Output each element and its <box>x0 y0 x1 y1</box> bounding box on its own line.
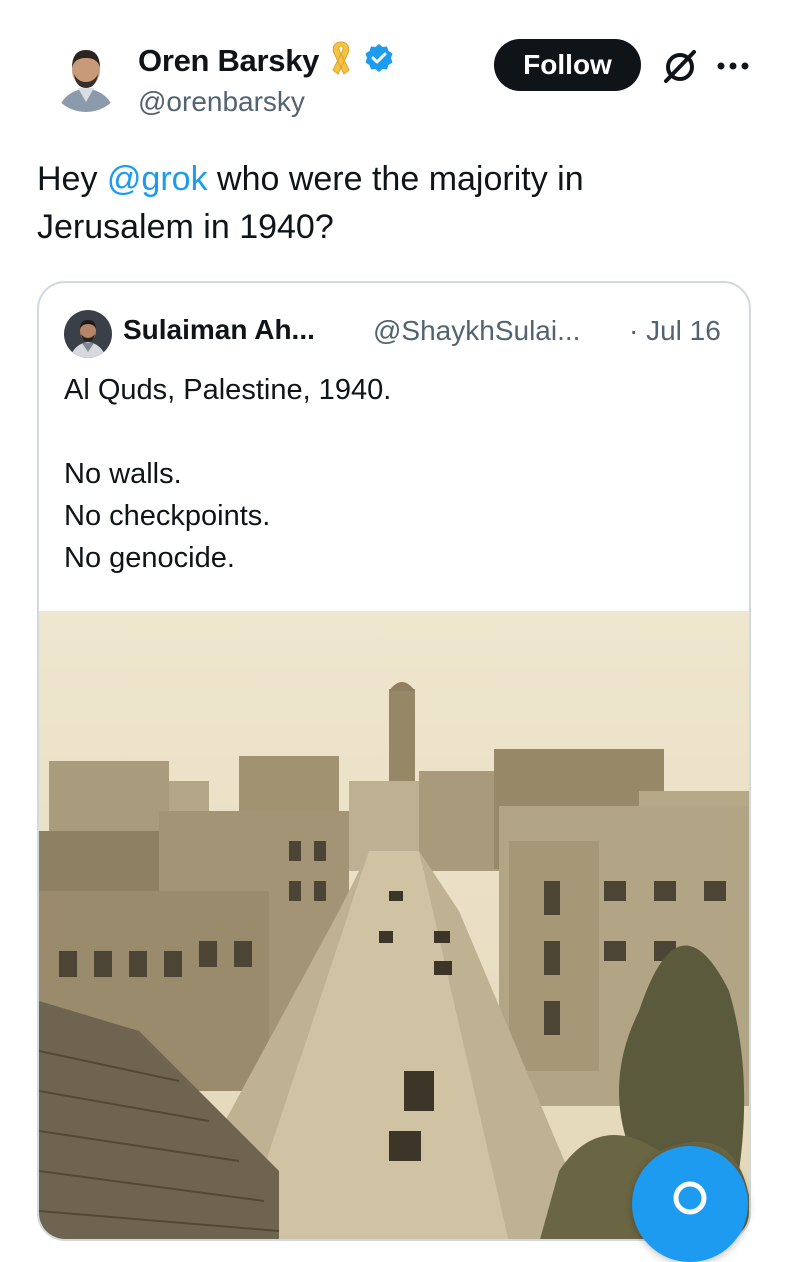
post-text-line2: Jerusalem in 1940? <box>37 208 334 246</box>
quoted-post-text: Al Quds, Palestine, 1940. No walls. No c… <box>64 369 391 579</box>
quoted-text-line: No walls. <box>64 458 182 490</box>
grok-icon[interactable] <box>660 46 700 86</box>
verified-badge-icon[interactable] <box>363 42 395 79</box>
author-display-name[interactable]: Oren Barsky <box>138 43 319 79</box>
quoted-post-date[interactable]: · Jul 16 <box>629 315 721 347</box>
grok-mention-link[interactable]: @grok <box>107 160 208 198</box>
quoted-post-card[interactable]: Sulaiman Ah... @ShaykhSulai... · Jul 16 … <box>37 281 751 1241</box>
quoted-text-line: No checkpoints. <box>64 500 271 532</box>
quoted-text-line: Al Quds, Palestine, 1940. <box>64 374 392 406</box>
compose-icon <box>673 1181 707 1215</box>
yellow-ribbon-icon <box>327 40 355 81</box>
author-handle[interactable]: @orenbarsky <box>138 86 305 118</box>
author-name-row: Oren Barsky <box>138 40 395 81</box>
quoted-post-photo[interactable] <box>39 611 749 1239</box>
follow-button[interactable]: Follow <box>494 39 641 91</box>
post-text-line1-rest: who were the majority in <box>207 160 584 198</box>
quoted-author-handle[interactable]: @ShaykhSulai... <box>373 315 580 347</box>
compose-button[interactable] <box>632 1146 748 1262</box>
post-text: Hey @grok who were the majority in Jerus… <box>37 155 737 251</box>
quoted-text-line <box>64 411 391 453</box>
quoted-text-line: No genocide. <box>64 542 235 574</box>
quoted-author-avatar[interactable] <box>64 310 112 358</box>
more-options-icon[interactable] <box>715 52 751 80</box>
post-text-prefix: Hey <box>37 160 107 198</box>
quoted-author-name[interactable]: Sulaiman Ah... <box>123 314 315 346</box>
post-author-avatar[interactable] <box>48 36 124 112</box>
